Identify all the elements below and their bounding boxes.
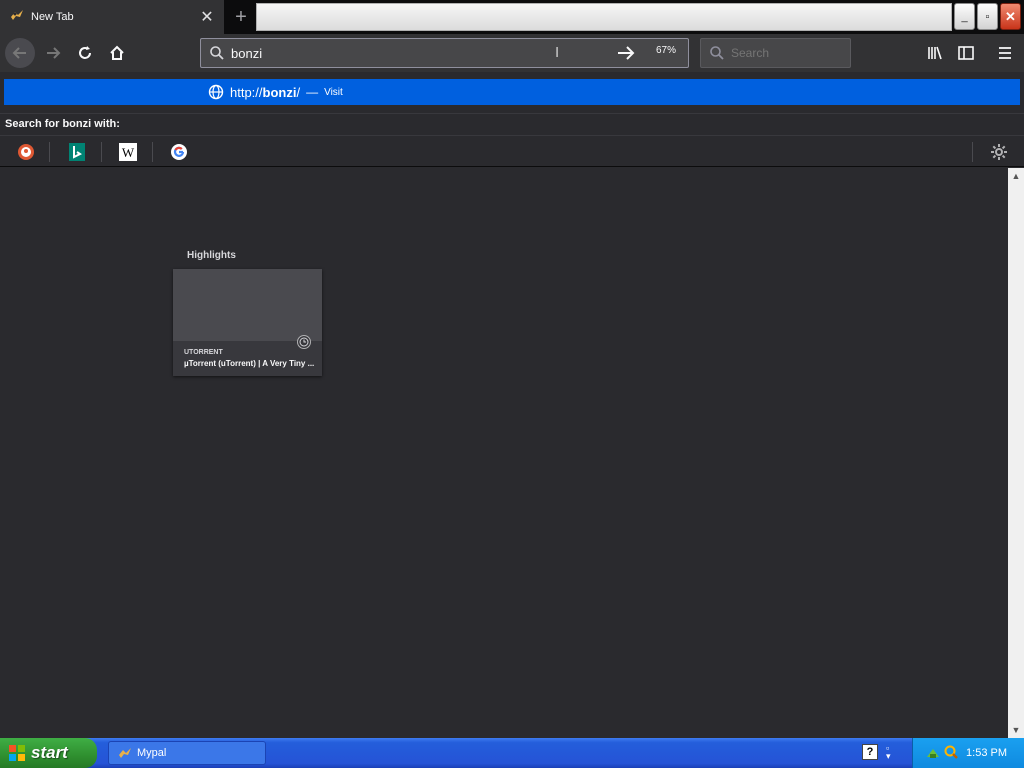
tab-close-icon[interactable]: ✕ bbox=[196, 6, 218, 28]
autocomplete-result-visit[interactable]: http://bonzi/ — Visit bbox=[4, 79, 1020, 105]
start-button[interactable]: start bbox=[0, 738, 97, 768]
engine-divider bbox=[49, 142, 50, 162]
search-bar[interactable] bbox=[700, 38, 851, 68]
zoom-indicator[interactable]: 67% bbox=[656, 45, 676, 56]
home-button[interactable] bbox=[102, 38, 132, 68]
url-prefix: http:// bbox=[230, 84, 263, 100]
network-arrows-icon[interactable]: ▫ ▾ bbox=[886, 744, 891, 761]
scroll-down-icon[interactable]: ▼ bbox=[1008, 722, 1024, 738]
new-tab-button[interactable]: + bbox=[228, 4, 254, 30]
minimize-button[interactable]: _ bbox=[954, 3, 975, 30]
highlight-card[interactable]: UTORRENT µTorrent (uTorrent) | A Very Ti… bbox=[173, 269, 322, 376]
card-source: UTORRENT bbox=[184, 349, 223, 356]
title-bar bbox=[256, 3, 952, 31]
reload-button[interactable] bbox=[70, 38, 100, 68]
new-tab-page bbox=[0, 168, 1008, 738]
card-title: µTorrent (uTorrent) | A Very Tiny ... bbox=[184, 359, 315, 368]
autocomplete-url: http://bonzi/ bbox=[230, 85, 300, 100]
text-cursor-icon: I bbox=[555, 44, 560, 61]
tray-app-icon[interactable] bbox=[925, 745, 941, 761]
highlights-heading: Highlights bbox=[187, 250, 236, 261]
taskbar-item-label: Mypal bbox=[137, 747, 167, 759]
forward-arrow-icon bbox=[47, 47, 61, 59]
wikipedia-icon[interactable]: W bbox=[118, 142, 138, 162]
library-icon bbox=[928, 46, 942, 60]
windows-logo-icon bbox=[8, 744, 26, 762]
url-input[interactable] bbox=[231, 45, 561, 61]
restore-button[interactable]: ▫ bbox=[977, 3, 998, 30]
help-icon[interactable]: ? bbox=[862, 744, 878, 760]
mypal-logo-icon bbox=[9, 7, 25, 28]
library-button[interactable] bbox=[920, 38, 950, 68]
reload-icon bbox=[79, 46, 91, 59]
forward-button[interactable] bbox=[38, 38, 68, 68]
go-arrow-icon[interactable] bbox=[616, 44, 636, 67]
tab-title: New Tab bbox=[31, 11, 74, 23]
gear-icon[interactable] bbox=[989, 142, 1009, 162]
menu-button[interactable] bbox=[990, 38, 1020, 68]
bing-icon[interactable] bbox=[67, 142, 87, 162]
url-bar[interactable]: I 67% bbox=[200, 38, 689, 68]
card-thumbnail bbox=[173, 269, 322, 341]
home-icon bbox=[110, 45, 124, 60]
navigation-toolbar: I 67% bbox=[0, 34, 1024, 72]
tab-strip: New Tab ✕ + _ ▫ ✕ bbox=[0, 0, 1024, 34]
clock-icon bbox=[297, 335, 311, 349]
back-button[interactable] bbox=[5, 38, 35, 68]
engine-divider bbox=[152, 142, 153, 162]
engine-divider bbox=[101, 142, 102, 162]
tab-new-tab[interactable]: New Tab ✕ bbox=[0, 0, 224, 34]
url-suffix: / bbox=[296, 84, 301, 100]
taskbar: start Mypal ? ▫ ▾ 1:53 PM bbox=[0, 738, 1024, 768]
magnifier-icon[interactable] bbox=[943, 744, 959, 760]
engine-divider bbox=[972, 142, 973, 162]
taskbar-item-mypal[interactable]: Mypal bbox=[108, 741, 266, 765]
close-window-button[interactable]: ✕ bbox=[1000, 3, 1021, 30]
hamburger-menu-icon bbox=[999, 47, 1011, 59]
google-icon[interactable] bbox=[169, 142, 189, 162]
globe-icon bbox=[208, 84, 224, 100]
search-icon bbox=[709, 45, 725, 61]
scroll-up-icon[interactable]: ▲ bbox=[1008, 168, 1024, 184]
vertical-scrollbar[interactable]: ▲ ▼ bbox=[1008, 168, 1024, 738]
back-arrow-icon bbox=[12, 47, 26, 59]
sidebar-button[interactable] bbox=[951, 38, 981, 68]
autocomplete-action: Visit bbox=[324, 86, 343, 98]
clock[interactable]: 1:53 PM bbox=[966, 747, 1007, 759]
svg-text:W: W bbox=[122, 145, 135, 160]
mypal-logo-icon bbox=[117, 745, 133, 761]
start-label: start bbox=[31, 743, 68, 762]
system-tray: 1:53 PM bbox=[912, 738, 1024, 768]
duckduckgo-icon[interactable] bbox=[16, 142, 36, 162]
url-match: bonzi bbox=[262, 84, 297, 100]
search-input[interactable] bbox=[731, 46, 841, 60]
autocomplete-separator: — bbox=[306, 85, 319, 99]
one-off-search-engines: W bbox=[0, 135, 1024, 167]
sidebar-icon bbox=[958, 46, 974, 60]
search-icon bbox=[209, 45, 225, 61]
search-with-label: Search for bonzi with: bbox=[0, 113, 1024, 135]
